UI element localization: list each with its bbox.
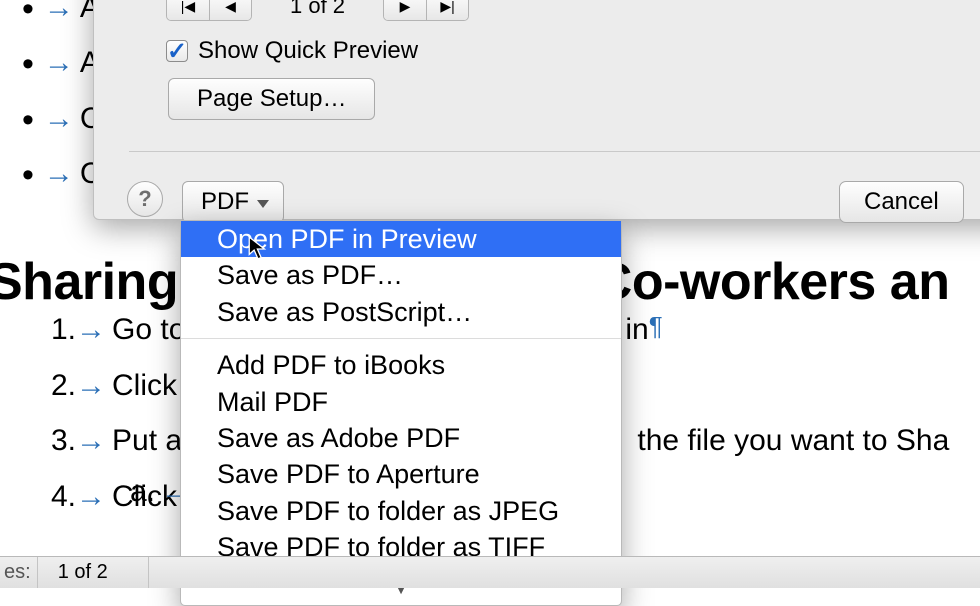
menu-item-add-to-ibooks[interactable]: Add PDF to iBooks xyxy=(181,347,621,383)
menu-item-save-as-jpeg[interactable]: Save PDF to folder as JPEG xyxy=(181,493,621,529)
pdf-menu: Open PDF in Preview Save as PDF… Save as… xyxy=(180,220,622,606)
menu-item-mail-pdf[interactable]: Mail PDF xyxy=(181,384,621,420)
page-navigation: |◀ ◀ 1 of 2 ▶ ▶| xyxy=(166,0,469,21)
status-separator xyxy=(37,557,38,588)
step-tail: in xyxy=(625,313,648,346)
status-separator xyxy=(148,557,149,588)
tab-arrow-icon: → xyxy=(44,157,74,190)
menu-item-open-in-preview[interactable]: Open PDF in Preview xyxy=(181,221,621,257)
tab-arrow-icon: → xyxy=(44,46,74,79)
menu-item-save-as-postscript[interactable]: Save as PostScript… xyxy=(181,294,621,330)
bullet-list: →A →A →C →C xyxy=(22,0,102,203)
status-label-left: es: xyxy=(0,561,31,584)
tab-arrow-icon: → xyxy=(44,102,74,135)
menu-item-save-as-adobe-pdf[interactable]: Save as Adobe PDF xyxy=(181,420,621,456)
menu-item-save-to-aperture[interactable]: Save PDF to Aperture xyxy=(181,456,621,492)
status-bar: es: 1 of 2 xyxy=(0,556,980,588)
pilcrow-icon: ¶ xyxy=(649,311,663,341)
page-setup-button[interactable]: Page Setup… xyxy=(168,78,375,120)
show-quick-preview-row: ✓ Show Quick Preview xyxy=(166,37,418,65)
pdf-dropdown-button[interactable]: PDF xyxy=(182,181,284,223)
tab-arrow-icon: → xyxy=(44,0,74,24)
print-dialog: |◀ ◀ 1 of 2 ▶ ▶| ✓ Show Quick Preview Pa… xyxy=(93,0,980,220)
next-page-button[interactable]: ▶ xyxy=(384,0,426,20)
first-page-button[interactable]: |◀ xyxy=(167,0,209,20)
step-tail: the file you want to Sha xyxy=(637,424,949,457)
help-button[interactable]: ? xyxy=(127,181,163,217)
chevron-down-icon xyxy=(257,200,269,208)
status-page-count: 1 of 2 xyxy=(44,561,108,584)
prev-page-button[interactable]: ◀ xyxy=(209,0,251,20)
page-indicator: 1 of 2 xyxy=(290,0,345,19)
cancel-button[interactable]: Cancel xyxy=(839,181,964,223)
show-quick-preview-checkbox[interactable]: ✓ xyxy=(166,40,188,62)
menu-item-save-as-pdf[interactable]: Save as PDF… xyxy=(181,257,621,293)
show-quick-preview-label: Show Quick Preview xyxy=(198,37,418,65)
pdf-button-label: PDF xyxy=(201,188,249,216)
dialog-divider xyxy=(129,151,980,152)
last-page-button[interactable]: ▶| xyxy=(426,0,468,20)
menu-separator xyxy=(181,338,621,339)
